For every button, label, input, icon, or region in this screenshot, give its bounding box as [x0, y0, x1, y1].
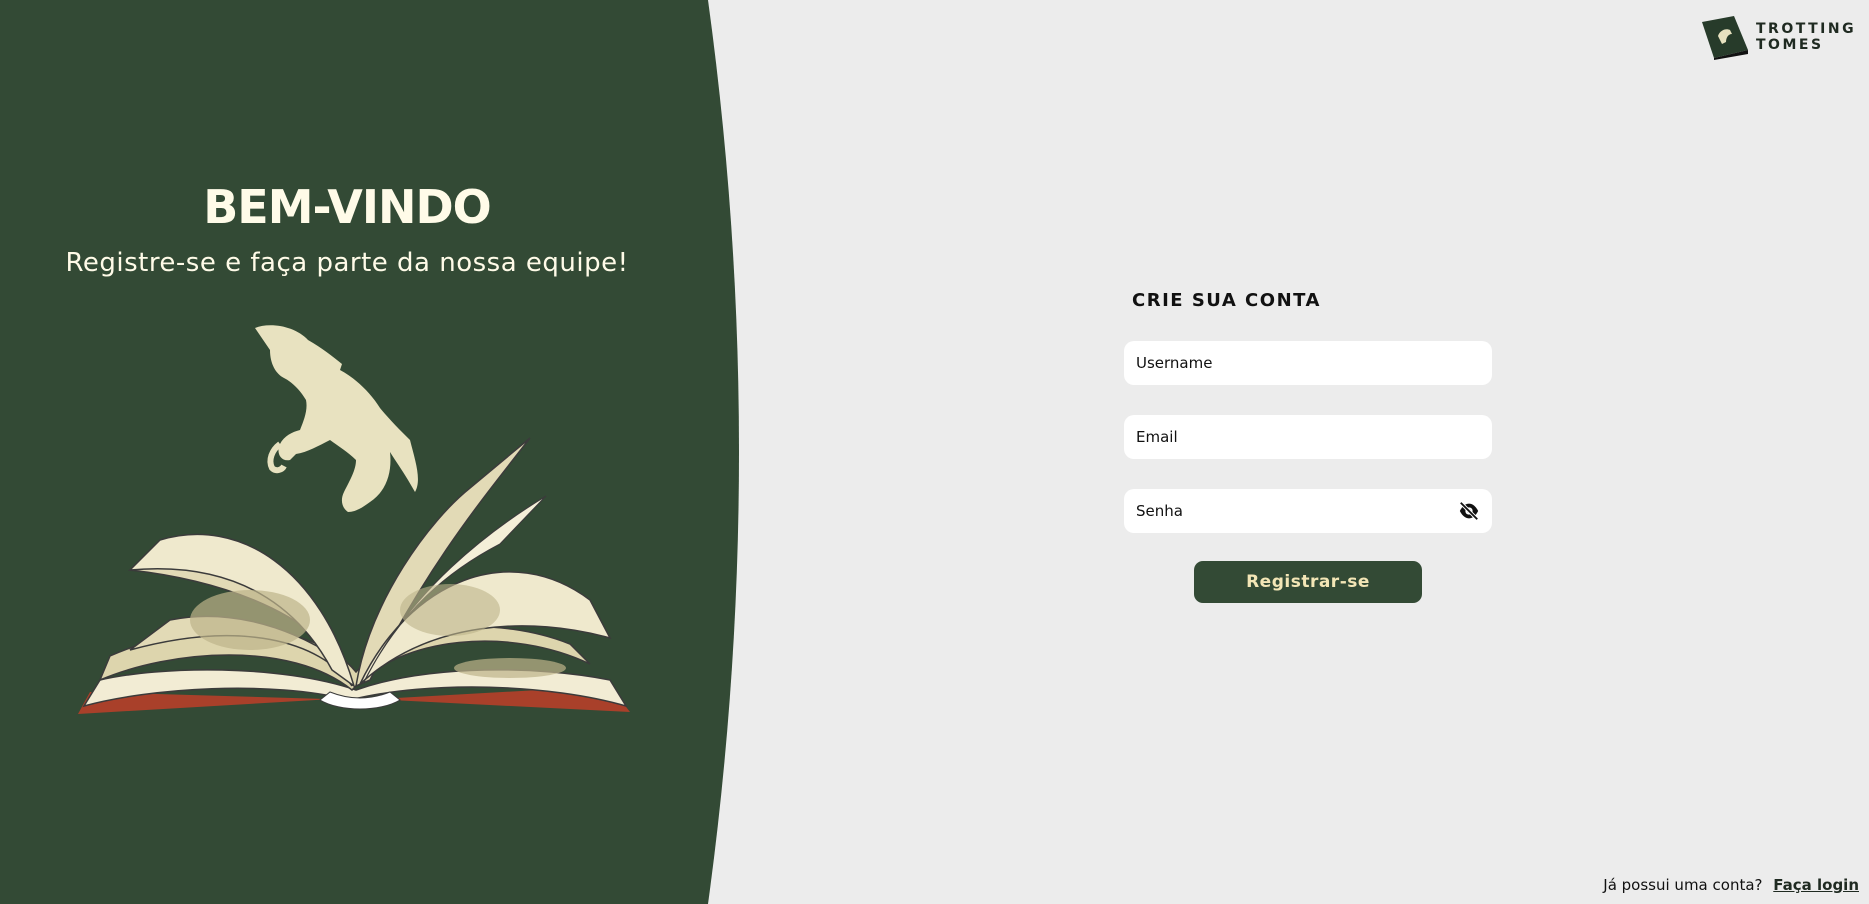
register-form: CRIE SUA CONTA Registrar-se: [1124, 290, 1492, 603]
eye-slash-icon[interactable]: [1458, 500, 1480, 522]
password-field-wrapper: [1124, 489, 1492, 533]
login-question: Já possui uma conta?: [1603, 876, 1763, 894]
welcome-panel: BEM-VINDO Registre-se e faça parte da no…: [0, 0, 760, 904]
login-prompt: Já possui uma conta? Faça login: [1603, 876, 1859, 894]
email-field-wrapper: [1124, 415, 1492, 459]
brand-line-1: TROTTING: [1756, 21, 1857, 37]
welcome-subtitle: Registre-se e faça parte da nossa equipe…: [65, 248, 629, 278]
username-field-wrapper: [1124, 341, 1492, 385]
brand-logo[interactable]: TROTTING TOMES: [1698, 14, 1866, 60]
form-title: CRIE SUA CONTA: [1132, 290, 1321, 311]
username-input[interactable]: [1124, 341, 1492, 385]
horse-silhouette: [255, 325, 418, 512]
book-horse-illustration: [78, 325, 630, 714]
register-button[interactable]: Registrar-se: [1194, 561, 1422, 603]
email-input[interactable]: [1124, 415, 1492, 459]
welcome-title: BEM-VINDO: [203, 180, 492, 234]
login-link[interactable]: Faça login: [1773, 876, 1859, 894]
brand-line-2: TOMES: [1756, 37, 1824, 53]
brand-name: TROTTING TOMES: [1756, 21, 1866, 53]
password-input[interactable]: [1124, 489, 1492, 533]
book-logo-icon: [1702, 16, 1748, 60]
